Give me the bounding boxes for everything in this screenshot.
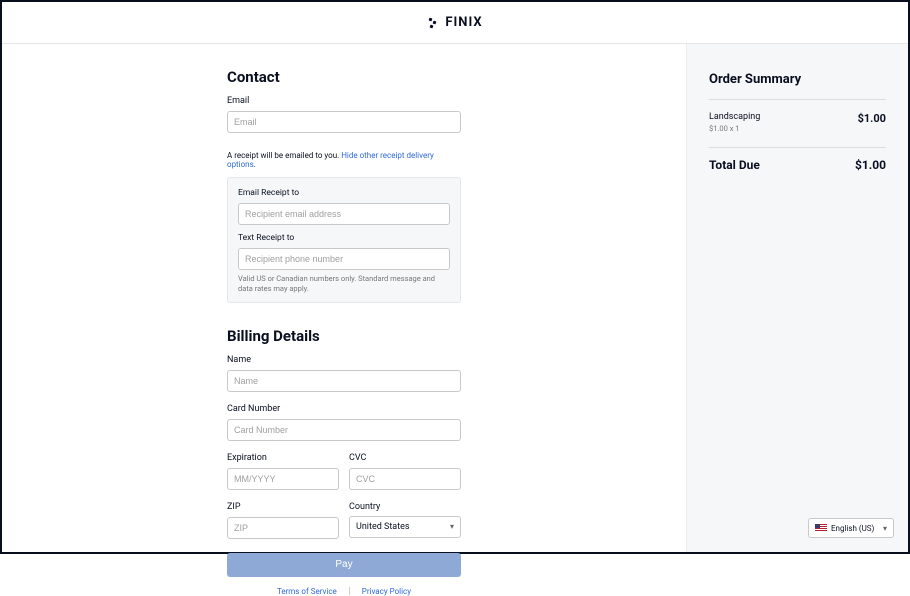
line-item: Landscaping $1.00 x 1 $1.00 — [709, 112, 886, 133]
order-summary-panel: Order Summary Landscaping $1.00 x 1 $1.0… — [686, 44, 908, 552]
expiration-input[interactable] — [227, 468, 339, 490]
name-input[interactable] — [227, 370, 461, 392]
privacy-link[interactable]: Privacy Policy — [362, 587, 411, 596]
language-select[interactable]: English (US) ▾ — [808, 518, 894, 538]
brand-logo: FINIX — [427, 15, 482, 30]
contact-title: Contact — [227, 68, 461, 86]
receipt-options-panel: Email Receipt to Text Receipt to Valid U… — [227, 177, 461, 303]
card-number-input[interactable] — [227, 419, 461, 441]
cvc-input[interactable] — [349, 468, 461, 490]
receipt-note-text: A receipt will be emailed to you. — [227, 151, 341, 160]
zip-label: ZIP — [227, 502, 339, 512]
line-item-name: Landscaping — [709, 112, 760, 122]
country-label: Country — [349, 502, 461, 512]
total-row: Total Due $1.00 — [709, 147, 886, 172]
footer-divider — [349, 587, 350, 595]
text-receipt-help: Valid US or Canadian numbers only. Stand… — [238, 274, 450, 294]
country-select[interactable]: United States ▾ — [349, 516, 461, 538]
chevron-down-icon: ▾ — [450, 522, 454, 531]
header: FINIX — [2, 2, 908, 44]
cvc-label: CVC — [349, 453, 461, 463]
name-label: Name — [227, 355, 461, 365]
pay-button[interactable]: Pay — [227, 553, 461, 577]
text-receipt-label: Text Receipt to — [238, 233, 450, 243]
email-receipt-label: Email Receipt to — [238, 188, 450, 198]
chevron-down-icon: ▾ — [883, 524, 887, 533]
receipt-note: A receipt will be emailed to you. Hide o… — [227, 151, 461, 169]
brand-name: FINIX — [445, 15, 482, 30]
zip-input[interactable] — [227, 517, 339, 539]
language-label: English (US) — [831, 524, 874, 533]
footer-links: Terms of Service Privacy Policy — [227, 587, 461, 596]
text-receipt-input[interactable] — [238, 248, 450, 270]
total-label: Total Due — [709, 158, 760, 172]
checkout-form: Contact Email A receipt will be emailed … — [2, 44, 686, 552]
brand-mark-icon — [427, 17, 439, 29]
summary-divider — [709, 99, 886, 100]
email-input[interactable] — [227, 111, 461, 133]
line-item-sub: $1.00 x 1 — [709, 124, 760, 133]
terms-link[interactable]: Terms of Service — [277, 587, 337, 596]
us-flag-icon — [815, 524, 827, 532]
billing-title: Billing Details — [227, 327, 461, 345]
country-value: United States — [356, 522, 410, 532]
expiration-label: Expiration — [227, 453, 339, 463]
line-item-amount: $1.00 — [858, 112, 886, 125]
summary-title: Order Summary — [709, 72, 886, 87]
total-amount: $1.00 — [855, 158, 886, 172]
email-label: Email — [227, 96, 461, 106]
email-receipt-input[interactable] — [238, 203, 450, 225]
card-label: Card Number — [227, 404, 461, 414]
